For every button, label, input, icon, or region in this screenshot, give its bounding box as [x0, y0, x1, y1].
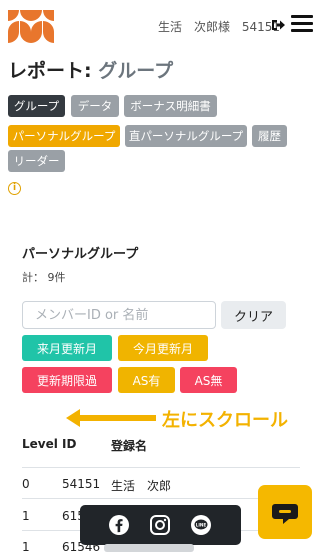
filter-this-month-button[interactable]: 今月更新月 — [118, 335, 208, 361]
filter-as-no-button[interactable]: AS無 — [180, 367, 237, 393]
tab-data[interactable]: データ — [71, 95, 119, 117]
clear-button[interactable]: クリア — [221, 301, 286, 329]
info-circle-icon[interactable]: i — [8, 182, 21, 195]
table-header-name: 登録名 — [111, 439, 148, 453]
page-title-main: レポート: — [8, 60, 92, 82]
sign-out-icon[interactable] — [271, 18, 285, 32]
user-info: 生活 次郎様 54151 — [158, 18, 280, 35]
table-cell-level: 1 — [22, 540, 30, 554]
table-divider — [22, 467, 300, 468]
table-cell-level: 0 — [22, 477, 30, 491]
chat-icon — [272, 504, 298, 524]
instagram-icon[interactable] — [149, 514, 171, 536]
social-bar: LINE — [80, 505, 241, 545]
logo-icon[interactable] — [8, 10, 54, 43]
member-search-input[interactable] — [22, 301, 216, 329]
tab-bonus-statement[interactable]: ボーナス明細書 — [124, 95, 217, 117]
page-title-sub: グループ — [98, 60, 174, 82]
tab-history[interactable]: 履歴 — [252, 125, 287, 147]
result-count: 計： 9件 — [22, 271, 66, 284]
facebook-icon[interactable] — [108, 514, 130, 536]
scroll-hint-text: 左にスクロール — [162, 410, 288, 431]
arrow-left-icon — [66, 409, 156, 427]
tab-personal-group[interactable]: パーソナルグループ — [8, 125, 120, 147]
page-title: レポート: グループ — [8, 56, 173, 83]
table-header-level: Level — [22, 437, 58, 451]
svg-text:LINE: LINE — [196, 522, 207, 527]
line-icon[interactable]: LINE — [190, 514, 212, 536]
chat-button[interactable] — [258, 485, 312, 539]
tab-direct-personal-group[interactable]: 直パーソナルグループ — [125, 125, 247, 147]
filter-as-yes-button[interactable]: AS有 — [118, 367, 175, 393]
tab-leader[interactable]: リーダー — [8, 150, 65, 172]
hamburger-icon[interactable] — [291, 15, 313, 35]
table-cell-level: 1 — [22, 509, 30, 523]
header: 生活 次郎様 54151 — [0, 0, 320, 50]
user-name: 生活 次郎様 — [158, 20, 231, 34]
scroll-hint: 左にスクロール — [66, 406, 316, 431]
filter-overdue-button[interactable]: 更新期限過 — [22, 367, 112, 393]
tab-group[interactable]: グループ — [8, 95, 65, 117]
table-cell-name: 生活 次郎 — [111, 479, 172, 493]
filter-next-month-button[interactable]: 来月更新月 — [22, 335, 112, 361]
horizontal-scrollbar[interactable] — [104, 544, 194, 552]
table-cell-id: 54151 — [62, 477, 101, 491]
section-title: パーソナルグループ — [22, 247, 139, 262]
table-header-id: ID — [62, 437, 77, 451]
